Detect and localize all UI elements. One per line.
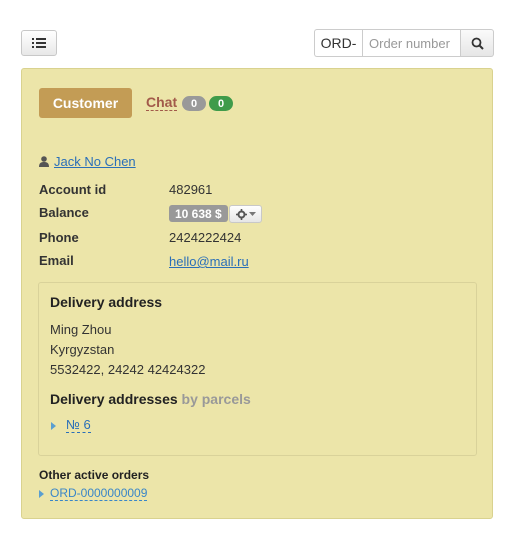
chat-new-badge: 0 [209,96,233,111]
delivery-details: 5532422, 24242 42424322 [50,362,206,377]
list-icon [32,38,46,48]
account-id-value: 482961 [169,182,213,197]
balance-badge: 10 638 $ [169,205,228,222]
customer-name-link[interactable]: Jack No Chen [54,154,136,169]
gear-icon [235,208,247,220]
customer-line: Jack No Chen [39,154,136,169]
delivery-address-box: Delivery address Ming Zhou Kyrgyzstan 55… [38,282,477,456]
other-orders-title: Other active orders [39,468,150,482]
parcels-heading: Delivery addresses by parcels [50,391,251,407]
phone-value: 2424222424 [169,230,242,245]
search-prefix: ORD- [314,29,362,57]
menu-button[interactable] [21,30,57,56]
chat-count-badge: 0 [182,96,206,111]
search-icon [471,37,484,50]
balance-label: Balance [39,205,89,220]
caret-right-icon [39,490,44,498]
parcels-subtitle: by parcels [181,391,251,407]
order-number-input[interactable] [362,29,461,57]
tab-chat[interactable]: Chat [146,95,178,111]
email-link[interactable]: hello@mail.ru [169,254,249,269]
balance-settings-button[interactable] [229,205,262,223]
parcel-item[interactable]: № 6 [51,418,91,433]
chevron-down-icon [248,211,256,216]
caret-right-icon [51,421,56,430]
order-search: ORD- [314,29,494,57]
delivery-country: Kyrgyzstan [50,342,115,357]
phone-label: Phone [39,230,79,245]
other-order-item[interactable]: ORD-0000000009 [39,487,148,501]
other-order-link[interactable]: ORD-0000000009 [50,487,148,501]
order-panel: Customer Chat 0 0 Jack No Chen Account i… [21,68,493,519]
account-id-label: Account id [39,182,107,197]
delivery-address-title: Delivery address [50,294,163,310]
user-icon [39,156,49,167]
parcels-title: Delivery addresses [50,391,178,407]
parcel-link[interactable]: № 6 [66,418,91,433]
email-label: Email [39,253,74,268]
delivery-recipient: Ming Zhou [50,322,112,337]
tab-customer[interactable]: Customer [39,88,132,118]
search-button[interactable] [461,29,494,57]
